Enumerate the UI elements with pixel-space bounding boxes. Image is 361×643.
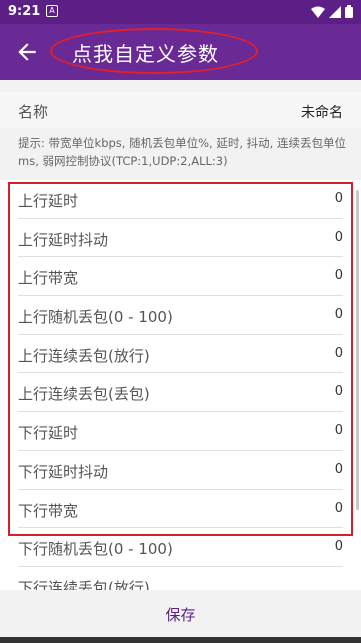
status-bar: 9:21 A (0, 0, 361, 24)
scrollbar[interactable] (356, 190, 359, 510)
status-time: 9:21 (8, 4, 41, 19)
param-label: 下行连续丢包(放行) (18, 578, 150, 590)
system-icons (311, 5, 353, 18)
page-title: 点我自定义参数 (72, 42, 219, 66)
param-item[interactable]: 下行连续丢包(放行) (18, 567, 343, 590)
navigation-bar (0, 637, 361, 643)
name-label: 名称 (18, 103, 49, 121)
wifi-icon (311, 6, 325, 18)
highlight-box (8, 182, 353, 536)
name-row[interactable]: 名称 未命名 (0, 92, 361, 128)
param-value: 0 (334, 539, 343, 555)
notification-icon: A (46, 5, 58, 17)
arrow-back-icon[interactable] (14, 39, 40, 65)
app-bar: 点我自定义参数 (0, 24, 361, 80)
battery-icon (345, 5, 353, 18)
signal-icon (329, 5, 341, 18)
bottom-bar: 保存 (0, 592, 361, 643)
save-button[interactable]: 保存 (0, 592, 361, 638)
hint-text: 提示: 带宽单位kbps, 随机丢包单位%, 延时, 抖动, 连续丢包单位ms,… (18, 136, 346, 168)
param-label: 下行随机丢包(0 - 100) (18, 540, 173, 559)
name-value: 未命名 (301, 105, 343, 121)
